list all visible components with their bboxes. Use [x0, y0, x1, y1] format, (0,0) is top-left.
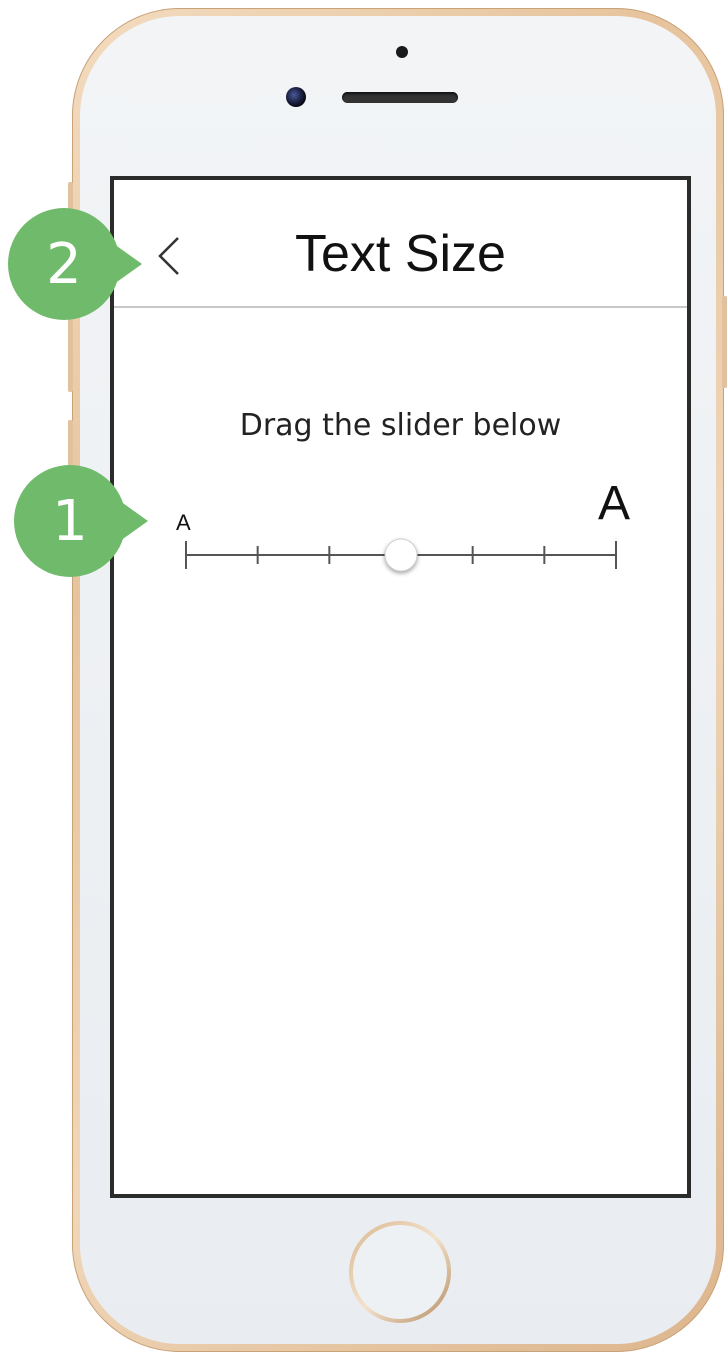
phone-screen: Text Size Drag the slider below A A: [110, 176, 691, 1198]
earpiece-speaker: [342, 92, 458, 103]
slider-thumb[interactable]: [384, 538, 418, 572]
power-button: [722, 296, 727, 388]
home-button[interactable]: [349, 1221, 451, 1323]
large-text-label: A: [598, 477, 631, 530]
text-size-slider[interactable]: [174, 530, 634, 580]
step-badge-1: 1: [14, 465, 148, 577]
step-badge-2: 2: [8, 208, 142, 320]
front-camera: [286, 87, 306, 107]
page-title: Text Size: [295, 225, 506, 283]
navigation-bar: Text Size: [114, 180, 687, 308]
proximity-sensor: [396, 46, 408, 58]
instruction-text: Drag the slider below: [239, 408, 562, 443]
